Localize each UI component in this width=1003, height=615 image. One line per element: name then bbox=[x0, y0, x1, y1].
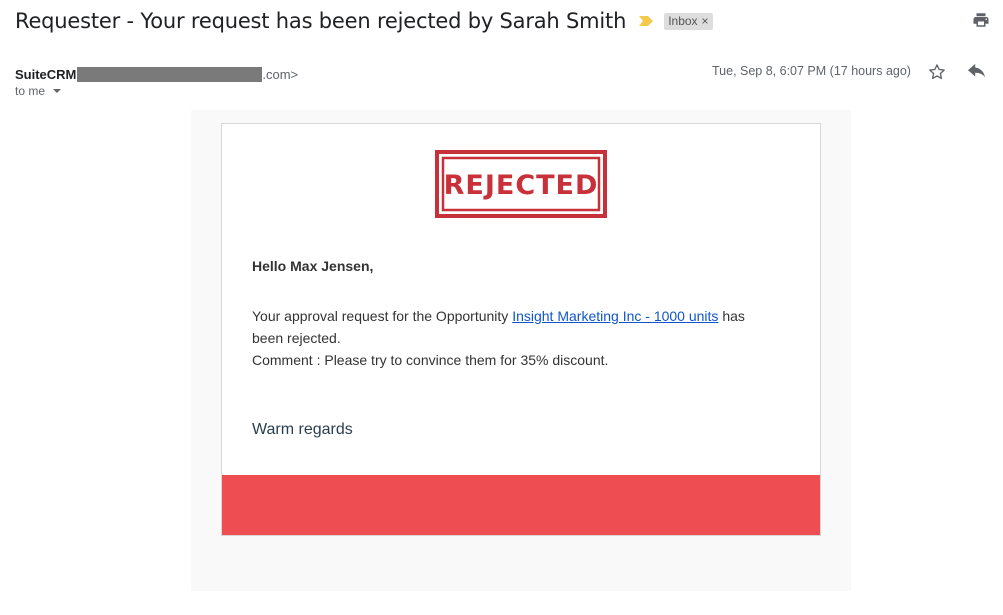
message-prefix: Your approval request for the Opportunit… bbox=[252, 308, 513, 324]
comment-text: Comment : Please try to convince them fo… bbox=[252, 352, 609, 368]
recipient-label: to me bbox=[15, 84, 46, 98]
email-subject: Requester - Your request has been reject… bbox=[15, 9, 627, 33]
email-message: Your approval request for the Opportunit… bbox=[252, 305, 772, 371]
print-icon[interactable] bbox=[972, 11, 990, 29]
inbox-label: Inbox bbox=[668, 13, 698, 28]
footer-band bbox=[222, 475, 820, 535]
redacted-email bbox=[77, 66, 263, 82]
email-body-container: REJECTED Hello Max Jensen, Your approval… bbox=[191, 110, 851, 591]
reply-icon[interactable] bbox=[966, 63, 988, 81]
rejected-stamp: REJECTED bbox=[435, 150, 607, 218]
remove-label-button[interactable]: × bbox=[702, 14, 709, 28]
stamp-text: REJECTED bbox=[444, 170, 599, 201]
email-card: REJECTED Hello Max Jensen, Your approval… bbox=[221, 123, 821, 536]
recipient-toggle[interactable]: to me bbox=[15, 84, 62, 98]
sender-domain: .com> bbox=[262, 66, 299, 82]
sender-name[interactable]: SuiteCRM bbox=[15, 67, 76, 82]
chevron-down-icon bbox=[53, 89, 62, 93]
star-icon[interactable] bbox=[927, 62, 947, 82]
sign-off: Warm regards bbox=[252, 421, 353, 438]
opportunity-link[interactable]: Insight Marketing Inc - 1000 units bbox=[512, 308, 718, 324]
important-marker-icon[interactable] bbox=[638, 15, 654, 27]
email-date: Tue, Sep 8, 6:07 PM (17 hours ago) bbox=[712, 64, 911, 78]
inbox-label-chip[interactable]: Inbox × bbox=[664, 12, 713, 30]
subject-row: Requester - Your request has been reject… bbox=[15, 6, 995, 36]
greeting: Hello Max Jensen, bbox=[252, 258, 374, 274]
